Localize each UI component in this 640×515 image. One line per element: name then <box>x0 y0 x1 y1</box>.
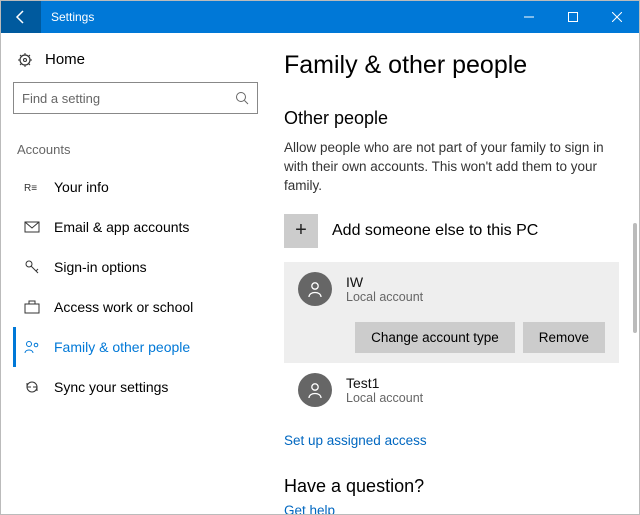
page-title: Family & other people <box>284 51 619 80</box>
key-icon <box>24 259 40 275</box>
assigned-access-link[interactable]: Set up assigned access <box>284 433 427 448</box>
search-placeholder: Find a setting <box>22 91 235 106</box>
account-name: Test1 <box>346 375 423 391</box>
change-account-type-button[interactable]: Change account type <box>355 322 515 353</box>
mail-icon <box>24 221 40 233</box>
info-icon: R≡ <box>24 181 40 193</box>
remove-account-button[interactable]: Remove <box>523 322 605 353</box>
window-title: Settings <box>51 10 507 24</box>
gear-icon <box>17 52 33 68</box>
back-button[interactable] <box>1 1 41 33</box>
nav-label: Access work or school <box>54 299 193 315</box>
briefcase-icon <box>24 300 40 314</box>
question-heading: Have a question? <box>284 476 619 497</box>
close-button[interactable] <box>595 1 639 33</box>
nav-label: Email & app accounts <box>54 219 189 235</box>
sidebar-item-work[interactable]: Access work or school <box>13 287 264 327</box>
category-label: Accounts <box>17 142 264 157</box>
account-type: Local account <box>346 290 423 304</box>
account-type: Local account <box>346 391 423 405</box>
nav-label: Family & other people <box>54 339 190 355</box>
scrollbar[interactable] <box>633 223 637 333</box>
sidebar-item-sync[interactable]: Sync your settings <box>13 367 264 407</box>
home-label: Home <box>45 51 85 68</box>
nav-list: R≡ Your info Email & app accounts Sign-i… <box>13 167 264 407</box>
svg-text:R≡: R≡ <box>24 183 37 193</box>
account-row-iw[interactable]: IW Local account Change account type Rem… <box>284 262 619 363</box>
add-someone-button[interactable]: + Add someone else to this PC <box>284 214 619 248</box>
main-panel: Family & other people Other people Allow… <box>276 33 639 514</box>
nav-label: Sync your settings <box>54 379 168 395</box>
nav-label: Sign-in options <box>54 259 147 275</box>
account-row-test1[interactable]: Test1 Local account <box>284 363 619 417</box>
home-button[interactable]: Home <box>17 51 264 68</box>
sidebar-item-signin[interactable]: Sign-in options <box>13 247 264 287</box>
sync-icon <box>24 379 40 395</box>
other-people-heading: Other people <box>284 108 619 129</box>
titlebar: Settings <box>1 1 639 33</box>
sidebar-item-your-info[interactable]: R≡ Your info <box>13 167 264 207</box>
search-icon <box>235 91 249 105</box>
other-people-description: Allow people who are not part of your fa… <box>284 139 614 196</box>
nav-label: Your info <box>54 179 109 195</box>
sidebar-item-email[interactable]: Email & app accounts <box>13 207 264 247</box>
get-help-link[interactable]: Get help <box>284 503 335 514</box>
minimize-button[interactable] <box>507 1 551 33</box>
maximize-button[interactable] <box>551 1 595 33</box>
plus-icon: + <box>284 214 318 248</box>
people-icon <box>24 340 40 354</box>
search-input[interactable]: Find a setting <box>13 82 258 114</box>
add-someone-label: Add someone else to this PC <box>332 222 538 240</box>
avatar-icon <box>298 373 332 407</box>
sidebar-item-family[interactable]: Family & other people <box>13 327 264 367</box>
avatar-icon <box>298 272 332 306</box>
sidebar: Home Find a setting Accounts R≡ Your inf… <box>1 33 276 514</box>
account-name: IW <box>346 274 423 290</box>
window-controls <box>507 1 639 33</box>
arrow-left-icon <box>13 9 29 25</box>
